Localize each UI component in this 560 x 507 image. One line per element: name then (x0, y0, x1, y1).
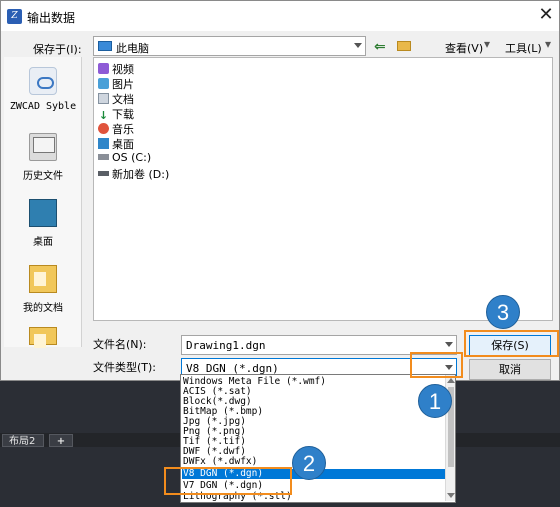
place-my-documents[interactable]: 我的文档 (4, 265, 82, 314)
list-item-downloads[interactable]: ↓ 下载 (98, 106, 134, 122)
place-history[interactable]: 历史文件 (4, 133, 82, 182)
view-menu-button[interactable]: 查看(V) (445, 40, 483, 56)
drive-icon (98, 154, 109, 160)
place-desktop[interactable]: 桌面 (4, 199, 82, 248)
filetype-label: 文件类型(T): (93, 361, 157, 374)
image-folder-icon (98, 78, 109, 89)
step-badge-1: 1 (418, 384, 452, 418)
place-label: 桌面 (33, 237, 53, 248)
download-folder-icon: ↓ (98, 109, 109, 122)
save-in-label: 保存于(I): (33, 43, 82, 56)
highlight-box-save (464, 330, 559, 357)
music-folder-icon (98, 123, 109, 134)
tab-layout2[interactable]: 布局2 (2, 434, 44, 447)
history-icon (29, 133, 57, 161)
up-folder-icon[interactable] (397, 41, 411, 51)
drive-icon (98, 171, 109, 176)
view-chevron-icon: ▾ (484, 37, 491, 51)
highlight-box-dropdown-arrow (410, 352, 463, 378)
place-label: ZWCAD Syble (9, 101, 77, 112)
add-layout-button[interactable]: + (49, 434, 73, 447)
document-folder-icon (98, 93, 109, 104)
place-label: 我的文档 (23, 303, 63, 314)
step-badge-2: 2 (292, 446, 326, 480)
list-item-desktop[interactable]: 桌面 (98, 136, 134, 151)
scroll-up-icon[interactable] (447, 378, 455, 383)
chevron-down-icon (354, 43, 362, 48)
highlight-box-v8-dgn (164, 467, 292, 495)
save-in-value: 此电脑 (116, 42, 149, 55)
folder-icon (29, 327, 57, 348)
close-icon[interactable]: ✕ (536, 5, 556, 25)
zwcad-app-icon: Z (7, 9, 22, 24)
list-item-music[interactable]: 音乐 (98, 121, 134, 136)
file-list[interactable]: 视频 图片 文档 ↓ 下载 音乐 桌面 OS (C:) 新加卷 (D:) (93, 57, 553, 321)
dialog-title: 输出数据 (27, 11, 76, 25)
place-zwcad-syble[interactable]: ZWCAD Syble (4, 67, 82, 112)
cloud-icon (29, 67, 57, 95)
chevron-down-icon (445, 342, 453, 347)
desktop-icon (29, 199, 57, 227)
place-label: 历史文件 (23, 171, 63, 182)
places-bar: ZWCAD Syble 历史文件 桌面 我的文档 (4, 57, 82, 348)
this-pc-icon (98, 41, 112, 51)
title-bar: Z 输出数据 ✕ (1, 1, 559, 31)
back-arrow-icon[interactable]: ⇐ (374, 39, 386, 55)
list-item-videos[interactable]: 视频 (98, 61, 134, 76)
desktop-folder-icon (98, 138, 109, 149)
list-item-drive-c[interactable]: OS (C:) (98, 151, 151, 165)
list-item-pictures[interactable]: 图片 (98, 76, 134, 91)
filename-value: Drawing1.dgn (186, 339, 266, 352)
cancel-button[interactable]: 取消 (469, 359, 551, 380)
filename-label: 文件名(N): (93, 338, 147, 351)
export-data-dialog: Z 输出数据 ✕ 保存于(I): 此电脑 ⇐ 查看(V) ▾ 工具(L) ▾ Z… (0, 0, 560, 381)
scroll-down-icon[interactable] (447, 493, 455, 498)
list-item-drive-d[interactable]: 新加卷 (D:) (98, 166, 169, 181)
list-item-documents[interactable]: 文档 (98, 91, 134, 106)
documents-icon (29, 265, 57, 293)
tools-chevron-icon: ▾ (545, 37, 552, 51)
tools-menu-button[interactable]: 工具(L) (505, 40, 542, 56)
place-next[interactable] (4, 327, 82, 348)
save-in-combobox[interactable]: 此电脑 (93, 36, 366, 56)
video-folder-icon (98, 63, 109, 74)
step-badge-3: 3 (486, 295, 520, 329)
